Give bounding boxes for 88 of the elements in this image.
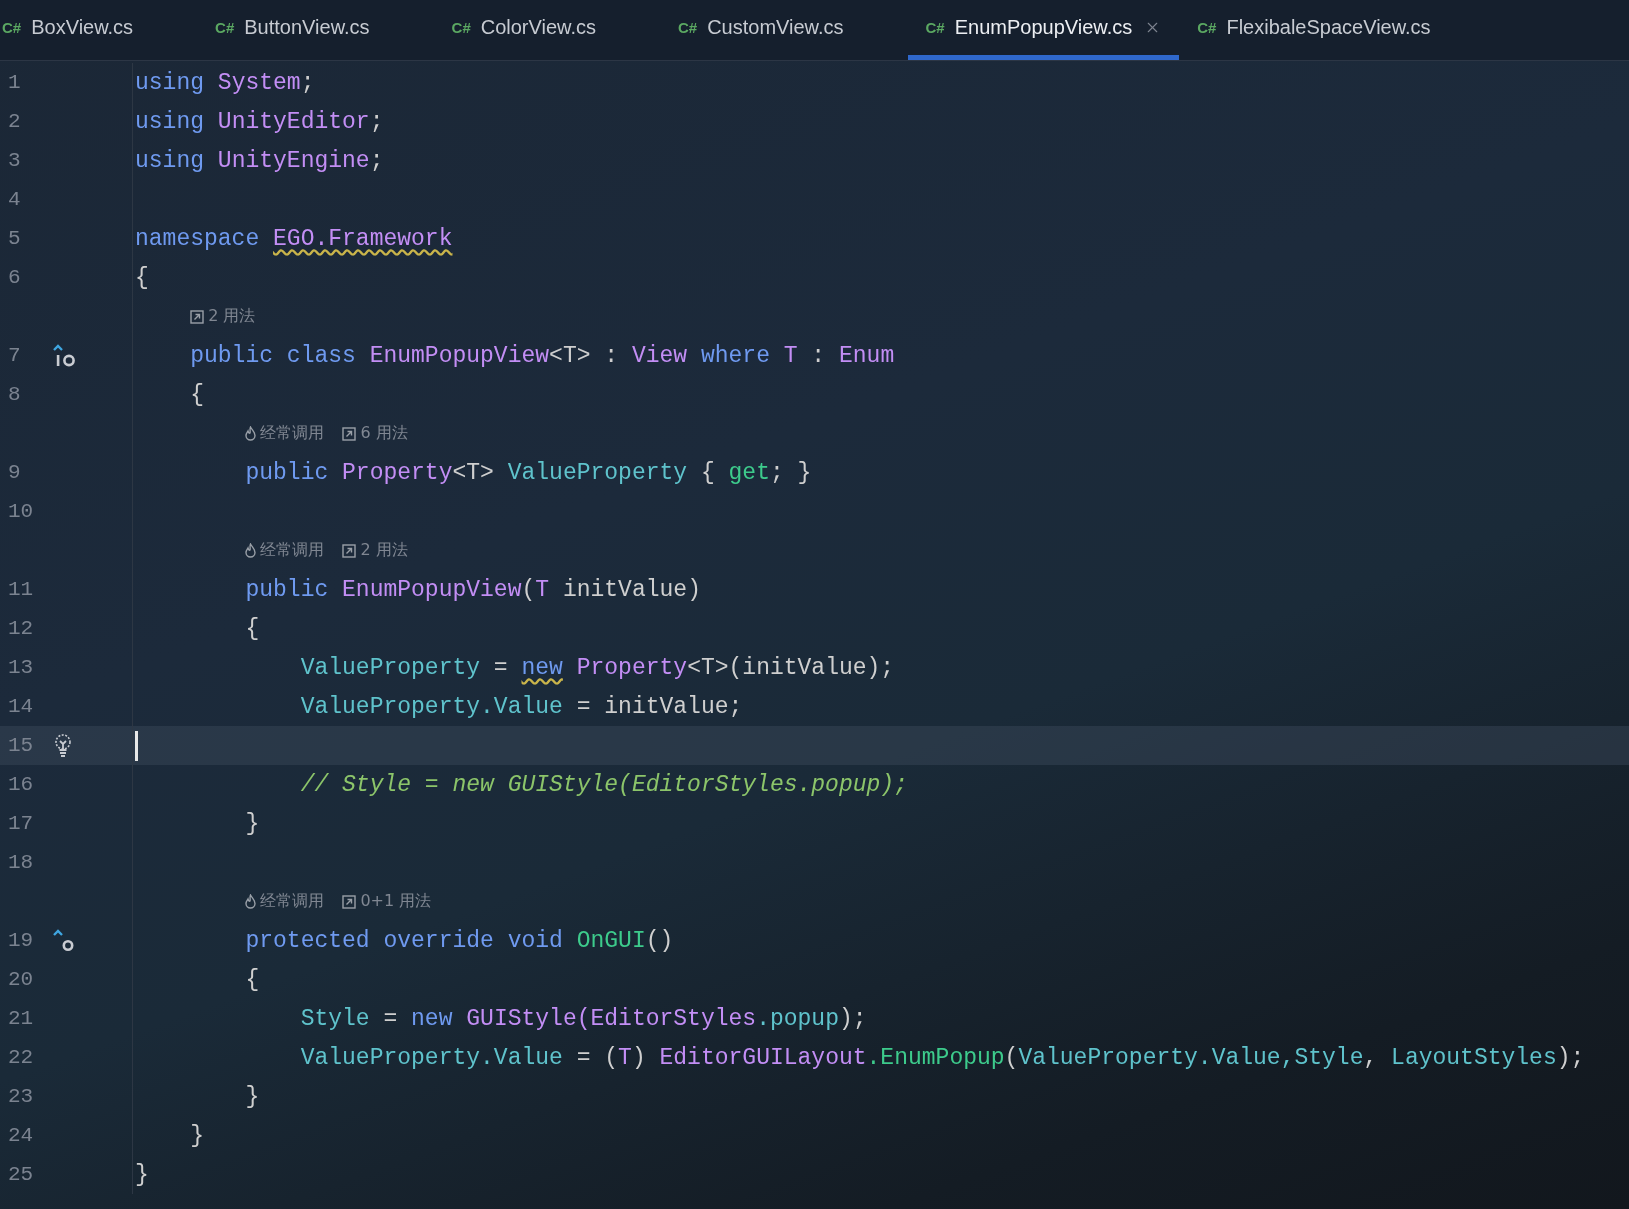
line-number: 23 [8,1085,34,1108]
line-number: 2 [8,110,21,133]
hint-label: 0+1 用法 [360,891,432,912]
code-line: ValueProperty.Value = (T) EditorGUILayout.EnumPopup(ValueProperty.Value,Style, LayoutStyles); [299,1044,1585,1071]
line-number: 14 [8,695,34,718]
usages-link-icon [342,426,357,441]
tab-label: EnumPopupView.cs [954,16,1133,39]
code-line: } [244,810,260,837]
code-line: { [189,381,204,408]
hint-label: 经常调用 [260,423,325,444]
csharp-label: C# [677,19,698,36]
tab-label: FlexibaleSpaceView.cs [1226,16,1431,39]
line-number: 24 [8,1124,34,1147]
line-number: 18 [8,851,34,874]
file-tab[interactable]: C# CustomView.cs [659,0,908,60]
code-line: } [244,1083,260,1110]
file-tab[interactable]: C# ColorView.cs [433,0,660,60]
usages-hint[interactable]: 6 用法 [342,423,408,444]
tab-label: ButtonView.cs [244,16,370,39]
lightbulb-icon[interactable] [52,732,74,759]
flame-icon [245,894,257,909]
file-tab[interactable]: C# EnumPopupView.cs [907,0,1180,60]
line-number: 7 [8,344,21,367]
line-number: 4 [8,188,21,211]
usages-link-icon [190,309,205,324]
line-number: 1 [8,71,21,94]
code-line: public class EnumPopupView<T> : View where T : Enum [189,342,895,369]
line-number: 25 [8,1163,34,1186]
file-tab[interactable]: C# ButtonView.cs [197,0,434,60]
code-line: { [244,966,260,993]
code-line: public EnumPopupView(T initValue) [244,576,701,603]
code-line: using UnityEditor; [135,108,384,135]
line-number: 9 [8,461,21,484]
code-line: } [135,1161,149,1188]
code-line: using UnityEngine; [135,147,384,174]
line-number: 12 [8,617,34,640]
usages-link-icon [342,543,357,558]
tab-label: CustomView.cs [707,16,844,39]
frequently-called-hint[interactable]: 经常调用 [245,423,325,444]
line-number: 21 [8,1007,34,1030]
code-line: public Property<T> ValueProperty { get; } [244,459,812,486]
line-number: 8 [8,383,21,406]
csharp-label: C# [2,19,22,36]
hint-label: 2 用法 [360,540,408,561]
line-number: 15 [8,734,34,757]
frequently-called-hint[interactable]: 经常调用 [245,540,325,561]
flame-icon [245,426,257,441]
usages-hint[interactable]: 0+1 用法 [342,891,432,912]
code-line: { [135,264,149,291]
flame-icon [245,543,257,558]
csharp-label: C# [451,19,471,36]
hint-label: 经常调用 [260,891,325,912]
code-line: } [189,1122,204,1149]
line-number: 16 [8,773,34,796]
hint-label: 2 用法 [208,306,256,327]
line-number: 11 [8,578,34,601]
line-number: 20 [8,968,34,991]
implementation-marker-icon[interactable] [52,342,78,369]
line-number: 3 [8,149,21,172]
line-number: 5 [8,227,21,250]
code-line: { [244,615,260,642]
code-line: Style = new GUIStyle(EditorStyles.popup); [299,1005,867,1032]
line-number: 22 [8,1046,34,1069]
frequently-called-hint[interactable]: 经常调用 [245,891,325,912]
code-line: ValueProperty = new Property<T>(initValue); [299,654,895,681]
usages-link-icon [342,894,357,909]
hint-label: 经常调用 [260,540,325,561]
text-caret [135,730,138,761]
code-line: ValueProperty.Value = initValue; [299,693,743,720]
line-number: 19 [8,929,34,952]
hint-label: 6 用法 [360,423,408,444]
csharp-label: C# [925,19,945,36]
code-line: protected override void OnGUI() [244,927,674,954]
line-number: 13 [8,656,34,679]
line-number: 6 [8,266,21,289]
usages-hint[interactable]: 2 用法 [190,306,256,327]
code-line: // Style = new GUIStyle(EditorStyles.popup); [299,771,908,798]
file-tab[interactable]: C# BoxView.cs [0,0,198,60]
csharp-label: C# [215,19,235,36]
file-tab[interactable]: C# FlexibaleSpaceView.cs [1179,0,1495,60]
tab-label: BoxView.cs [31,16,134,39]
line-number: 17 [8,812,34,835]
csharp-label: C# [1197,19,1217,36]
tab-label: ColorView.cs [480,16,596,39]
line-number: 10 [8,500,34,523]
code-line: using System; [135,69,315,96]
usages-hint[interactable]: 2 用法 [342,540,408,561]
code-line: namespace EGO.Framework [135,225,453,252]
